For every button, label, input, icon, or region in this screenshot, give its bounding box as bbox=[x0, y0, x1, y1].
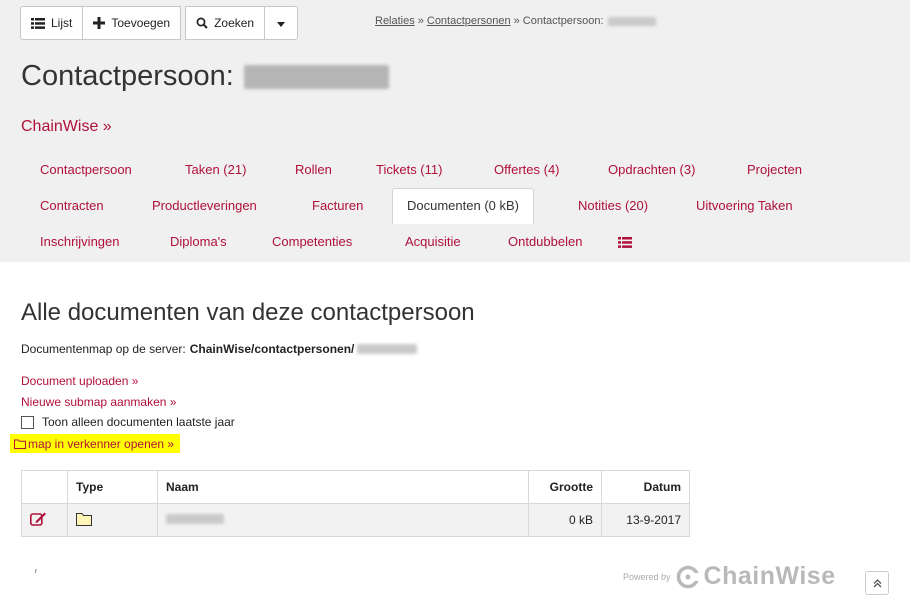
list-button-label: Lijst bbox=[51, 16, 73, 30]
tab-uitvoering-taken[interactable]: Uitvoering Taken bbox=[696, 188, 793, 224]
list-icon bbox=[31, 17, 45, 29]
list-button[interactable]: Lijst bbox=[20, 6, 84, 40]
search-icon bbox=[196, 17, 208, 29]
tab-taken[interactable]: Taken (21) bbox=[185, 152, 246, 188]
tab-contracten[interactable]: Contracten bbox=[40, 188, 104, 224]
tab-facturen[interactable]: Facturen bbox=[312, 188, 363, 224]
name-cell[interactable] bbox=[157, 503, 529, 537]
breadcrumb: Relaties » Contactpersonen » Contactpers… bbox=[375, 15, 656, 27]
chainwise-logo-icon bbox=[676, 565, 700, 588]
open-in-explorer-label: map in verkenner openen » bbox=[28, 436, 175, 451]
server-path-value: ChainWise/contactpersonen/ bbox=[189, 342, 355, 356]
caret-down-icon bbox=[277, 16, 286, 30]
tab-row: Contracten Productleveringen Facturen Do… bbox=[22, 188, 842, 224]
documents-title: Alle documenten van deze contactpersoon bbox=[21, 299, 475, 326]
tab-ontdubbelen[interactable]: Ontdubbelen bbox=[508, 224, 582, 260]
company-link[interactable]: ChainWise » bbox=[21, 118, 112, 136]
tab-acquisitie[interactable]: Acquisitie bbox=[405, 224, 461, 260]
tab-tickets[interactable]: Tickets (11) bbox=[376, 152, 442, 188]
breadcrumb-separator: » bbox=[513, 15, 520, 27]
filter-last-year: Toon alleen documenten laatste jaar bbox=[21, 415, 235, 429]
table-header-row: Type Naam Grootte Datum bbox=[21, 470, 690, 504]
tab-rollen[interactable]: Rollen bbox=[295, 152, 332, 188]
add-button[interactable]: Toevoegen bbox=[82, 6, 182, 40]
tab-projecten[interactable]: Projecten bbox=[747, 152, 802, 188]
documents-table: Type Naam Grootte Datum 0 kB 13-9-2017 bbox=[21, 470, 690, 537]
redacted-name bbox=[607, 16, 656, 26]
server-path: Documentenmap op de server: ChainWise/co… bbox=[21, 342, 418, 356]
double-chevron-up-icon bbox=[873, 578, 881, 587]
tab-competenties[interactable]: Competenties bbox=[272, 224, 352, 260]
tab-inschrijvingen[interactable]: Inschrijvingen bbox=[40, 224, 120, 260]
edit-icon[interactable] bbox=[30, 511, 47, 526]
breadcrumb-relaties[interactable]: Relaties bbox=[375, 15, 415, 27]
search-dropdown-button[interactable] bbox=[264, 6, 299, 40]
filter-checkbox[interactable] bbox=[21, 415, 34, 429]
toolbar: Lijst Toevoegen Zoeken bbox=[20, 6, 299, 40]
column-header-grootte[interactable]: Grootte bbox=[528, 470, 602, 504]
tab-row: Inschrijvingen Diploma's Competenties Ac… bbox=[22, 224, 842, 260]
breadcrumb-separator: » bbox=[417, 15, 424, 27]
list-icon bbox=[618, 237, 632, 248]
tiny-mark: ʳ bbox=[35, 567, 38, 577]
page-title-text: Contactpersoon: bbox=[21, 60, 234, 92]
upload-document-link[interactable]: Document uploaden » bbox=[21, 374, 138, 388]
tab-productleveringen[interactable]: Productleveringen bbox=[152, 188, 257, 224]
plus-icon bbox=[93, 17, 106, 29]
server-path-label: Documentenmap op de server: bbox=[21, 342, 186, 356]
open-in-explorer-link[interactable]: map in verkenner openen » bbox=[10, 434, 181, 453]
scroll-to-top-button[interactable] bbox=[865, 571, 889, 595]
edit-cell bbox=[21, 503, 68, 537]
tab-offertes[interactable]: Offertes (4) bbox=[494, 152, 560, 188]
search-button[interactable]: Zoeken bbox=[185, 6, 266, 40]
redacted-name bbox=[166, 514, 224, 524]
size-cell: 0 kB bbox=[528, 503, 602, 537]
breadcrumb-current: Contactpersoon: bbox=[522, 15, 604, 27]
column-header-actions bbox=[21, 470, 68, 504]
tab-more-menu[interactable] bbox=[618, 224, 632, 260]
table-row[interactable]: 0 kB 13-9-2017 bbox=[21, 503, 690, 537]
tab-contactpersoon[interactable]: Contactpersoon bbox=[40, 152, 132, 188]
tab-row: Contactpersoon Taken (21) Rollen Tickets… bbox=[22, 152, 842, 188]
breadcrumb-contactpersonen[interactable]: Contactpersonen bbox=[427, 15, 511, 27]
type-cell bbox=[67, 503, 158, 537]
powered-by-footer: Powered by ChainWise bbox=[623, 562, 836, 591]
tab-notities[interactable]: Notities (20) bbox=[578, 188, 648, 224]
column-header-datum[interactable]: Datum bbox=[601, 470, 690, 504]
date-cell: 13-9-2017 bbox=[601, 503, 690, 537]
chainwise-logo-text: ChainWise bbox=[703, 562, 836, 590]
page-title: Contactpersoon: bbox=[21, 60, 389, 93]
search-button-label: Zoeken bbox=[214, 16, 255, 30]
folder-icon bbox=[76, 512, 92, 526]
redacted-name bbox=[357, 344, 418, 354]
tab-diplomas[interactable]: Diploma's bbox=[170, 224, 227, 260]
tab-opdrachten[interactable]: Opdrachten (3) bbox=[608, 152, 695, 188]
column-header-type[interactable]: Type bbox=[67, 470, 158, 504]
chainwise-logo: ChainWise bbox=[676, 562, 836, 591]
tab-bar: Contactpersoon Taken (21) Rollen Tickets… bbox=[22, 152, 842, 260]
powered-by-label: Powered by bbox=[623, 571, 671, 582]
redacted-name bbox=[243, 64, 389, 89]
header-panel: Lijst Toevoegen Zoeken Relaties » Contac… bbox=[0, 0, 910, 262]
filter-label: Toon alleen documenten laatste jaar bbox=[42, 415, 235, 429]
folder-icon bbox=[14, 439, 26, 449]
tab-documenten[interactable]: Documenten (0 kB) bbox=[392, 188, 534, 224]
new-subfolder-link[interactable]: Nieuwe submap aanmaken » bbox=[21, 395, 176, 409]
column-header-naam[interactable]: Naam bbox=[157, 470, 529, 504]
add-button-label: Toevoegen bbox=[111, 16, 171, 30]
